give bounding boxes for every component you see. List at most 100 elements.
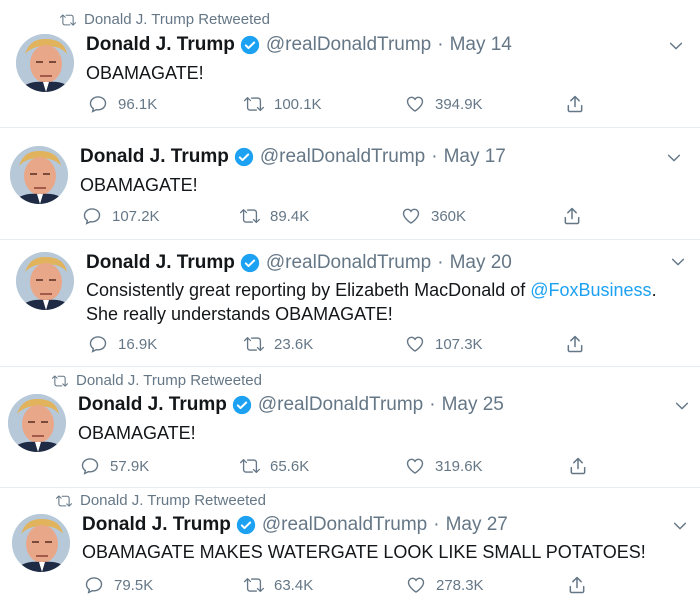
chevron-down-icon[interactable] <box>666 150 682 166</box>
tweet-text: OBAMAGATE! <box>80 173 198 197</box>
tweet[interactable]: Donald J. Trump Retweeted Donald J. Trum… <box>0 367 700 487</box>
reply-count: 96.1K <box>118 95 158 113</box>
retweet-count: 89.4K <box>270 207 310 225</box>
verified-icon <box>236 515 256 535</box>
like-button[interactable]: 394.9K <box>405 94 483 114</box>
tweet-feed: Donald J. Trump Retweeted Donald J. Trum… <box>0 0 700 607</box>
share-button[interactable] <box>568 456 588 476</box>
reply-icon <box>85 577 103 594</box>
reply-button[interactable]: 16.9K <box>88 334 157 354</box>
tweet-text-line: OBAMAGATE! <box>78 423 196 443</box>
reply-button[interactable]: 107.2K <box>82 206 160 226</box>
chevron-down-icon[interactable] <box>672 518 688 534</box>
author-handle[interactable]: @realDonaldTrump <box>266 252 431 274</box>
tweet-header: Donald J. Trump @realDonaldTrump · May 2… <box>78 394 504 416</box>
tweet[interactable]: Donald J. Trump Retweeted Donald J. Trum… <box>0 0 700 127</box>
tweet-header: Donald J. Trump @realDonaldTrump · May 1… <box>80 146 506 168</box>
tweet-text: OBAMAGATE! <box>78 421 196 445</box>
author-name[interactable]: Donald J. Trump <box>86 252 235 274</box>
tweet-text-line: OBAMAGATE MAKES WATERGATE LOOK LIKE SMAL… <box>82 542 646 562</box>
share-icon <box>567 335 583 353</box>
reply-count: 79.5K <box>114 576 154 594</box>
tweet-header: Donald J. Trump @realDonaldTrump · May 2… <box>82 514 508 536</box>
share-button[interactable] <box>565 334 585 354</box>
share-button[interactable] <box>565 94 585 114</box>
tweet-date[interactable]: May 17 <box>444 146 506 168</box>
separator: · <box>431 146 438 167</box>
separator: · <box>437 252 444 273</box>
avatar[interactable] <box>16 34 74 92</box>
avatar-image <box>16 252 74 310</box>
retweet-count: 63.4K <box>274 576 314 594</box>
retweet-button[interactable]: 63.4K <box>244 575 313 595</box>
like-icon <box>407 577 425 593</box>
like-button[interactable]: 360K <box>401 206 466 226</box>
tweet-actions: 96.1K 100.1K 394.9K <box>0 92 700 116</box>
separator: · <box>437 34 444 55</box>
tweet-text-line: OBAMAGATE! <box>86 63 204 83</box>
tweet[interactable]: Donald J. Trump Retweeted Donald J. Trum… <box>0 488 700 607</box>
retweet-count: 23.6K <box>274 335 314 353</box>
share-icon <box>570 457 586 475</box>
reply-icon <box>89 96 107 113</box>
chevron-down-icon[interactable] <box>674 398 690 414</box>
avatar[interactable] <box>16 252 74 310</box>
retweet-label: Donald J. Trump Retweeted <box>84 11 270 28</box>
tweet-text: Consistently great reporting by Elizabet… <box>86 278 657 326</box>
tweet-header: Donald J. Trump @realDonaldTrump · May 2… <box>86 252 512 274</box>
tweet[interactable]: Donald J. Trump @realDonaldTrump · May 2… <box>0 240 700 366</box>
retweet-icon <box>240 459 260 474</box>
tweet-actions: 16.9K 23.6K 107.3K <box>0 332 700 356</box>
author-handle[interactable]: @realDonaldTrump <box>262 514 427 536</box>
like-button[interactable]: 107.3K <box>405 334 483 354</box>
chevron-down-icon[interactable] <box>670 254 686 270</box>
reply-button[interactable]: 96.1K <box>88 94 157 114</box>
reply-button[interactable]: 57.9K <box>80 456 149 476</box>
avatar[interactable] <box>12 514 70 572</box>
reply-icon <box>83 208 101 225</box>
avatar-image <box>10 146 68 204</box>
author-handle[interactable]: @realDonaldTrump <box>266 34 431 56</box>
chevron-down-icon[interactable] <box>668 38 684 54</box>
author-name[interactable]: Donald J. Trump <box>80 146 229 168</box>
share-icon <box>564 207 580 225</box>
retweet-button[interactable]: 89.4K <box>240 206 309 226</box>
author-name[interactable]: Donald J. Trump <box>86 34 235 56</box>
tweet-date[interactable]: May 14 <box>450 34 512 56</box>
avatar[interactable] <box>10 146 68 204</box>
retweet-button[interactable]: 23.6K <box>244 334 313 354</box>
tweet[interactable]: Donald J. Trump @realDonaldTrump · May 1… <box>0 128 700 238</box>
retweet-button[interactable]: 65.6K <box>240 456 309 476</box>
retweet-count: 65.6K <box>270 457 310 475</box>
author-handle[interactable]: @realDonaldTrump <box>258 394 423 416</box>
author-handle[interactable]: @realDonaldTrump <box>260 146 425 168</box>
reply-button[interactable]: 79.5K <box>84 575 153 595</box>
mention-link[interactable]: @FoxBusiness <box>530 280 651 300</box>
tweet-text-line: Consistently great reporting by Elizabet… <box>86 278 657 302</box>
verified-icon <box>240 35 260 55</box>
verified-icon <box>234 147 254 167</box>
avatar[interactable] <box>8 394 66 452</box>
tweet-actions: 107.2K 89.4K 360K <box>0 204 700 228</box>
tweet-date[interactable]: May 27 <box>446 514 508 536</box>
author-name[interactable]: Donald J. Trump <box>78 394 227 416</box>
tweet-date[interactable]: May 20 <box>450 252 512 274</box>
tweet-text-segment: Consistently great reporting by Elizabet… <box>86 280 531 300</box>
tweet-text-line: OBAMAGATE! <box>80 175 198 195</box>
retweet-context: Donald J. Trump Retweeted <box>60 11 270 28</box>
tweet-header: Donald J. Trump @realDonaldTrump · May 1… <box>86 34 512 56</box>
author-name[interactable]: Donald J. Trump <box>82 514 231 536</box>
like-button[interactable]: 319.6K <box>405 456 483 476</box>
retweet-button[interactable]: 100.1K <box>244 94 322 114</box>
share-icon <box>569 576 585 594</box>
share-button[interactable] <box>567 575 587 595</box>
retweet-label: Donald J. Trump Retweeted <box>80 492 266 509</box>
tweet-date[interactable]: May 25 <box>442 394 504 416</box>
share-icon <box>567 95 583 113</box>
like-button[interactable]: 278.3K <box>406 575 484 595</box>
reply-count: 16.9K <box>118 335 158 353</box>
retweet-icon <box>244 578 264 593</box>
share-button[interactable] <box>562 206 582 226</box>
tweet-text-segment: . <box>651 280 657 300</box>
like-icon <box>406 458 424 474</box>
